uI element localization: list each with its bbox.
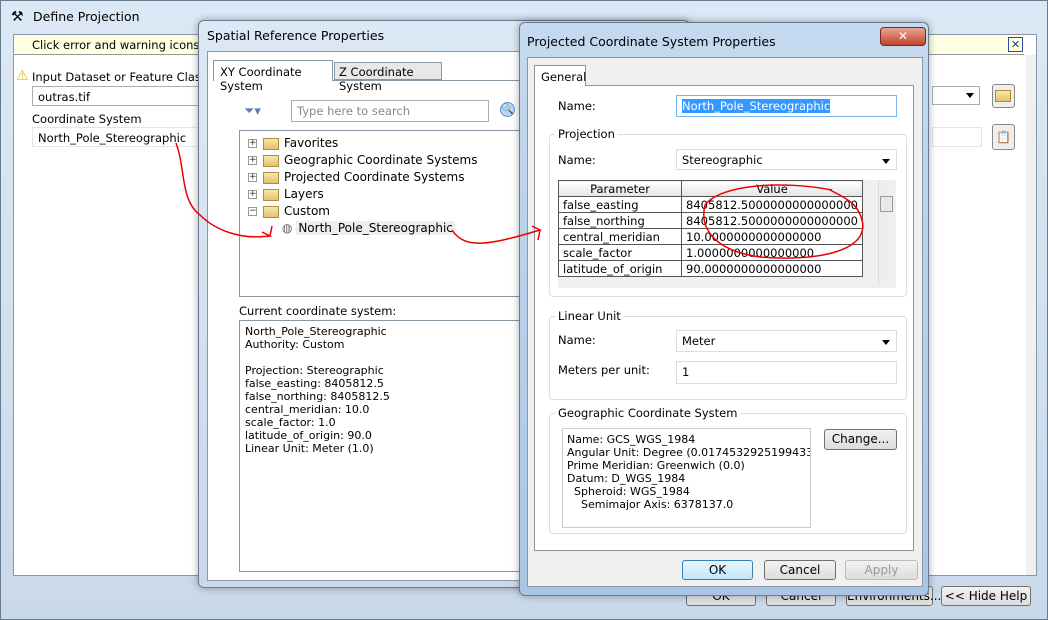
tab-xy[interactable]: XY Coordinate System <box>213 60 333 93</box>
arrow-2 <box>451 225 543 244</box>
red-annotation-overlay <box>175 142 864 259</box>
value-circle <box>703 184 864 259</box>
tab-general[interactable]: General <box>534 65 586 86</box>
arrow-1 <box>175 142 273 238</box>
